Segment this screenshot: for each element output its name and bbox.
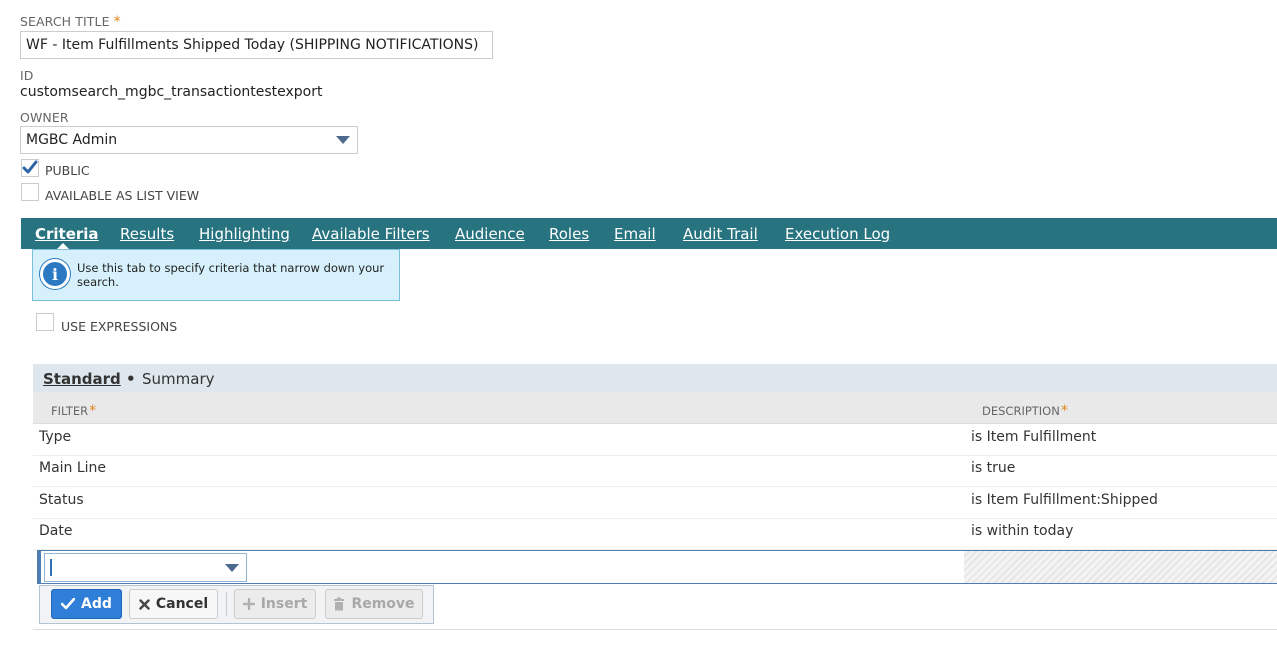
public-checkbox[interactable] — [21, 159, 39, 177]
tab-audit-trail[interactable]: Audit Trail — [683, 225, 758, 243]
description-cell: is true — [971, 460, 1016, 476]
id-label: ID — [20, 68, 34, 83]
search-title-input[interactable]: WF - Item Fulfillments Shipped Today (SH… — [20, 31, 493, 59]
info-text: Use this tab to specify criteria that na… — [77, 261, 385, 289]
insert-button[interactable]: Insert — [234, 589, 316, 619]
add-button[interactable]: Add — [51, 589, 122, 619]
tab-criteria[interactable]: Criteria — [35, 225, 99, 243]
button-divider — [226, 592, 227, 616]
tab-highlighting[interactable]: Highlighting — [199, 225, 290, 243]
plus-icon — [242, 598, 255, 610]
table-bottom-border — [33, 629, 1277, 630]
remove-button[interactable]: Remove — [325, 589, 423, 619]
tab-available-filters[interactable]: Available Filters — [312, 225, 430, 243]
table-row[interactable]: Date is within today — [33, 519, 1277, 550]
owner-value: MGBC Admin — [26, 132, 118, 148]
list-view-checkbox[interactable] — [21, 183, 39, 201]
use-expressions-label: USE EXPRESSIONS — [61, 319, 178, 334]
subtab-standard[interactable]: Standard • — [43, 370, 136, 388]
use-expressions-checkbox[interactable] — [36, 313, 54, 331]
tab-results[interactable]: Results — [120, 225, 174, 243]
description-cell: is Item Fulfillment:Shipped — [971, 492, 1158, 508]
close-icon — [139, 598, 150, 610]
tab-roles[interactable]: Roles — [549, 225, 589, 243]
table-row[interactable]: Status is Item Fulfillment:Shipped — [33, 488, 1277, 519]
cancel-button[interactable]: Cancel — [129, 589, 218, 619]
table-row[interactable]: Type is Item Fulfillment — [33, 425, 1277, 456]
description-edit-cell — [964, 551, 1277, 583]
id-value: customsearch_mgbc_transactiontestexport — [20, 84, 323, 100]
criteria-table-header: FILTER* DESCRIPTION* — [33, 392, 1277, 424]
filter-column-header[interactable]: FILTER* — [51, 403, 96, 419]
tab-audience[interactable]: Audience — [455, 225, 525, 243]
trash-icon — [334, 597, 345, 611]
filter-cell: Main Line — [39, 460, 107, 476]
owner-label: OWNER — [20, 110, 69, 125]
tab-email[interactable]: Email — [614, 225, 656, 243]
chevron-down-icon[interactable] — [225, 564, 239, 572]
tab-execution-log[interactable]: Execution Log — [785, 225, 890, 243]
table-row[interactable]: Main Line is true — [33, 456, 1277, 487]
description-cell: is within today — [971, 523, 1074, 539]
info-icon: i — [40, 259, 70, 289]
filter-select[interactable] — [44, 553, 247, 582]
owner-select[interactable]: MGBC Admin — [20, 126, 358, 154]
filter-cell: Type — [39, 429, 72, 445]
description-column-header[interactable]: DESCRIPTION* — [982, 403, 1068, 419]
list-view-label: AVAILABLE AS LIST VIEW — [45, 188, 200, 203]
public-label: PUBLIC — [45, 163, 90, 178]
subtab-summary[interactable]: Summary — [142, 370, 215, 388]
checkmark-icon — [22, 160, 38, 174]
filter-cell: Date — [39, 523, 73, 539]
criteria-subtabs: Standard • Summary — [33, 364, 1277, 392]
checkmark-icon — [61, 598, 76, 610]
active-marker: • — [126, 370, 136, 388]
search-title-label: SEARCH TITLE * — [20, 14, 121, 30]
chevron-down-icon[interactable] — [336, 136, 350, 144]
required-asterisk: * — [113, 14, 121, 30]
text-cursor — [50, 559, 52, 576]
filter-cell: Status — [39, 492, 84, 508]
tab-bar: Criteria Results Highlighting Available … — [21, 218, 1277, 249]
info-message: i Use this tab to specify criteria that … — [32, 249, 400, 301]
description-cell: is Item Fulfillment — [971, 429, 1097, 445]
